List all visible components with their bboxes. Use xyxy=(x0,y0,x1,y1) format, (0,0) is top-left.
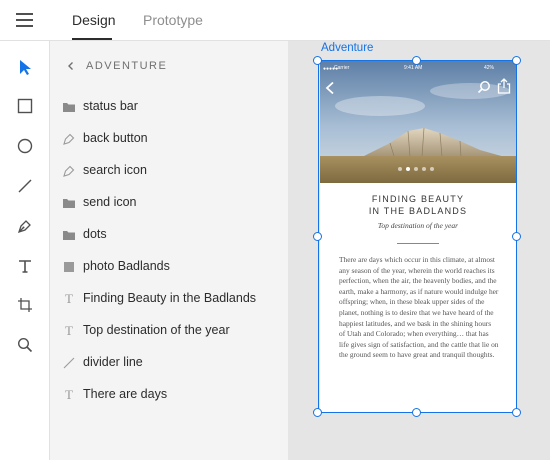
carrier-label: Carrier xyxy=(334,65,350,71)
article-title-line-1: FINDING BEAUTY xyxy=(371,194,465,204)
layer-label: photo Badlands xyxy=(83,259,170,273)
page-dot[interactable] xyxy=(414,167,418,171)
resize-handle-top[interactable] xyxy=(412,56,421,65)
status-bar: ●●●●● Carrier 9:41 AM 42% xyxy=(320,64,516,74)
page-dots xyxy=(388,167,448,173)
article-subtitle: Top destination of the year xyxy=(377,221,459,230)
layer-label: status bar xyxy=(83,99,138,113)
layer-label: Top destination of the year xyxy=(83,323,230,337)
layers-breadcrumb[interactable]: ADVENTURE xyxy=(66,60,167,72)
zoom-tool[interactable] xyxy=(11,331,39,359)
resize-handle-bottom[interactable] xyxy=(412,408,421,417)
text-t-icon: T xyxy=(65,323,73,338)
line-tool[interactable] xyxy=(11,172,39,200)
tab-prototype[interactable]: Prototype xyxy=(143,12,203,28)
layer-item-search-icon[interactable]: search icon xyxy=(50,155,288,187)
layer-label: send icon xyxy=(83,195,137,209)
rectangle-icon xyxy=(17,98,33,114)
page-dot[interactable] xyxy=(398,167,402,171)
layer-item-divider-line[interactable]: divider line xyxy=(50,347,288,379)
artboard-icon xyxy=(18,298,32,312)
magnifier-icon xyxy=(17,337,33,353)
folder-icon xyxy=(62,100,76,114)
resize-handle-top-right[interactable] xyxy=(512,56,521,65)
search-icon[interactable] xyxy=(477,80,491,94)
pen-icon xyxy=(17,220,31,234)
status-time: 9:41 AM xyxy=(404,65,423,71)
layer-label: search icon xyxy=(83,163,147,177)
back-button-icon[interactable] xyxy=(324,81,336,95)
layer-item-title-text[interactable]: T Finding Beauty in the Badlands xyxy=(50,283,288,315)
layer-item-status-bar[interactable]: status bar xyxy=(50,91,288,123)
layer-label: divider line xyxy=(83,355,143,369)
rectangle-tool[interactable] xyxy=(11,92,39,120)
chevron-left-icon xyxy=(68,62,73,70)
active-tab-indicator xyxy=(72,38,112,40)
top-bar: Design Prototype xyxy=(0,0,550,41)
text-t-icon: T xyxy=(65,291,73,306)
send-icon[interactable] xyxy=(497,78,511,94)
artboard-adventure[interactable]: ●●●●● Carrier 9:41 AM 42% FINDING BEAUTY… xyxy=(320,61,516,412)
tab-design[interactable]: Design xyxy=(72,12,116,28)
layer-item-body-text[interactable]: T There are days xyxy=(50,379,288,411)
layer-item-subtitle-text[interactable]: T Top destination of the year xyxy=(50,315,288,347)
pen-tool[interactable] xyxy=(11,212,39,240)
select-tool[interactable] xyxy=(11,53,39,81)
toolbar xyxy=(0,41,50,460)
folder-icon xyxy=(62,228,76,242)
layer-label: There are days xyxy=(83,387,168,401)
layer-label: dots xyxy=(83,227,107,241)
arrow-pointer-icon xyxy=(20,60,31,75)
layer-item-dots[interactable]: dots xyxy=(50,219,288,251)
article-body: There are days which occur in this clima… xyxy=(339,255,499,360)
text-tool[interactable] xyxy=(11,252,39,280)
artboard-label[interactable]: Adventure xyxy=(321,42,373,54)
resize-handle-right[interactable] xyxy=(512,232,521,241)
text-icon xyxy=(19,260,31,273)
layer-item-back-button[interactable]: back button xyxy=(50,123,288,155)
ellipse-icon xyxy=(17,138,33,154)
image-square-icon xyxy=(62,260,76,274)
layers-title: ADVENTURE xyxy=(86,60,168,72)
resize-handle-top-left[interactable] xyxy=(313,56,322,65)
layer-item-send-icon[interactable]: send icon xyxy=(50,187,288,219)
ellipse-tool[interactable] xyxy=(11,132,39,160)
folder-icon xyxy=(62,196,76,210)
text-t-icon: T xyxy=(65,387,73,402)
article-title-line-2: IN THE BADLANDS xyxy=(368,206,468,216)
battery-label: 42% xyxy=(484,65,495,71)
layers-panel: ADVENTURE status bar back button search … xyxy=(50,41,288,460)
pen-path-icon xyxy=(62,164,76,178)
pen-path-icon xyxy=(62,132,76,146)
layer-label: back button xyxy=(83,131,148,145)
resize-handle-bottom-right[interactable] xyxy=(512,408,521,417)
resize-handle-left[interactable] xyxy=(313,232,322,241)
line-icon xyxy=(62,356,76,370)
page-dot[interactable] xyxy=(422,167,426,171)
hamburger-menu-icon[interactable] xyxy=(16,13,33,27)
layer-item-photo-badlands[interactable]: photo Badlands xyxy=(50,251,288,283)
line-icon xyxy=(18,179,32,193)
page-dot-active[interactable] xyxy=(406,167,410,171)
page-dot[interactable] xyxy=(430,167,434,171)
resize-handle-bottom-left[interactable] xyxy=(313,408,322,417)
layer-label: Finding Beauty in the Badlands xyxy=(83,291,257,305)
artboard-tool[interactable] xyxy=(11,291,39,319)
divider-line xyxy=(397,243,439,244)
